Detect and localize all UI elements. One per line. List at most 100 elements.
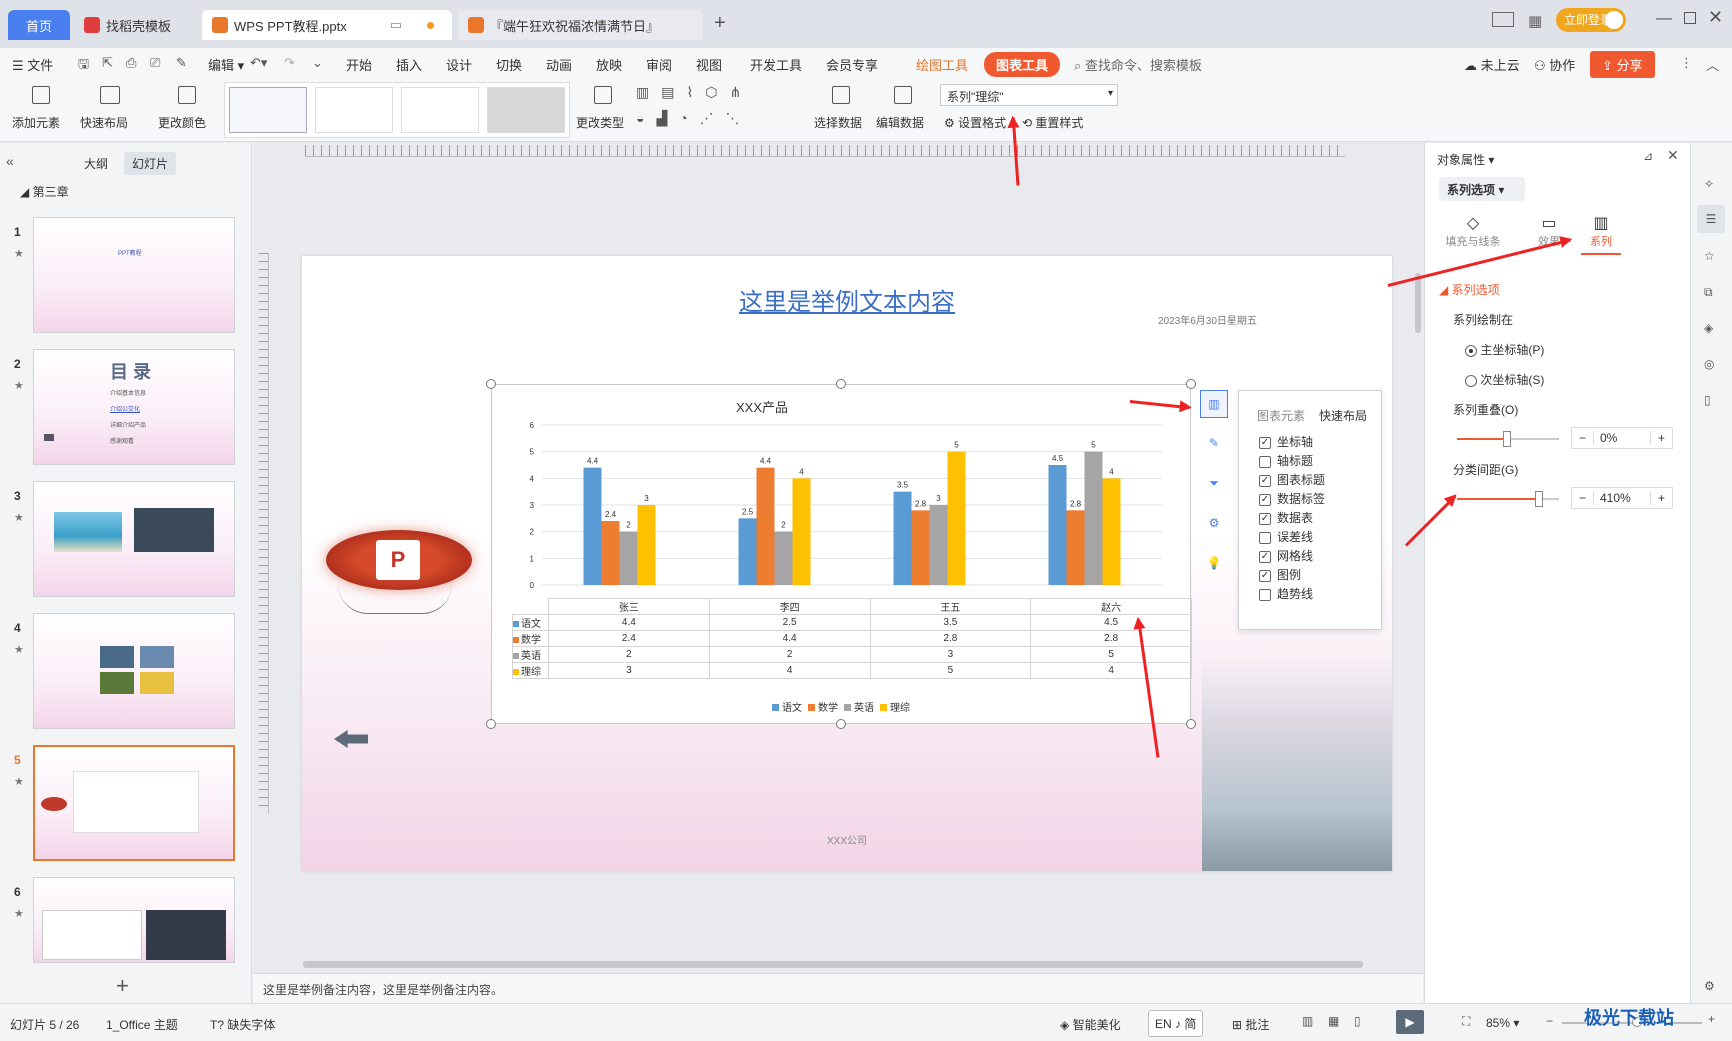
magic-wand-icon[interactable]: ✧ xyxy=(1704,177,1714,191)
menu-start[interactable]: 开始 xyxy=(346,55,372,74)
table-cell[interactable]: 3 xyxy=(869,646,1032,663)
chart-type-icons-row1[interactable]: ▥▤⌇⬡⋔ xyxy=(636,84,796,101)
resize-handle[interactable] xyxy=(836,379,846,389)
reading-view-icon[interactable]: ▯ xyxy=(1354,1014,1361,1028)
y-tick-label[interactable]: 4 xyxy=(530,474,535,483)
tab-chart-elements[interactable]: 图表元素 xyxy=(1257,407,1305,424)
table-category-header[interactable]: 赵六 xyxy=(1030,598,1192,615)
resize-handle[interactable] xyxy=(836,719,846,729)
data-label[interactable]: 2.4 xyxy=(605,510,617,519)
export-icon[interactable]: ⇱ xyxy=(102,55,113,71)
login-button[interactable]: 立即登录 xyxy=(1556,8,1626,32)
print-icon[interactable]: ⎙ xyxy=(126,55,136,71)
command-search[interactable]: ⌕ 查找命令、搜索模板 xyxy=(1074,55,1202,74)
checkbox-icon[interactable]: ✓ xyxy=(1259,569,1271,582)
table-cell[interactable]: 5 xyxy=(869,662,1032,679)
menu-draw-tools[interactable]: 绘图工具 xyxy=(916,55,968,74)
fit-window-icon[interactable]: ⛶ xyxy=(1462,1014,1470,1029)
book-icon[interactable]: ▯ xyxy=(1704,393,1711,407)
chart-settings-icon[interactable]: ⚙ xyxy=(1200,510,1228,538)
chart-bar[interactable] xyxy=(756,467,775,585)
checkbox-icon[interactable]: ✓ xyxy=(1259,493,1271,506)
chart-style-2[interactable] xyxy=(315,87,393,133)
cloud-status[interactable]: ☁ 未上云 xyxy=(1464,55,1520,74)
chart-bar[interactable] xyxy=(601,521,620,585)
table-cell[interactable]: 3.5 xyxy=(869,614,1032,631)
data-label[interactable]: 5 xyxy=(954,441,959,450)
zoom-select[interactable]: 85% ▾ xyxy=(1486,1016,1519,1030)
chart-element-option[interactable]: ✓ 图表标题 xyxy=(1259,471,1325,490)
chart-bar[interactable] xyxy=(893,491,912,585)
y-tick-label[interactable]: 5 xyxy=(530,448,535,457)
legend-entry[interactable]: 英语 xyxy=(844,699,874,714)
table-category-header[interactable]: 张三 xyxy=(548,598,710,615)
chart-element-option[interactable]: 误差线 xyxy=(1259,528,1325,547)
close-window-icon[interactable]: ✕ xyxy=(1708,7,1723,28)
zoom-in-icon[interactable]: + xyxy=(1708,1012,1715,1026)
gap-width-slider[interactable] xyxy=(1457,491,1559,507)
chart-style-1[interactable] xyxy=(229,87,307,133)
chart-data-table[interactable]: 张三 李四 王五 赵六 语文 4.4 2.5 3.5 4.5 数学 2.4 4.4 2.8 2.8 英语 2 2… xyxy=(512,598,1192,679)
zoom-out-icon[interactable]: − xyxy=(1546,1014,1553,1028)
gap-width-stepper[interactable]: −410% + xyxy=(1571,487,1673,509)
maximize-icon[interactable] xyxy=(1684,12,1696,24)
data-label[interactable]: 4 xyxy=(1109,467,1114,476)
chart-bar[interactable] xyxy=(1102,478,1121,585)
change-color-button[interactable]: 更改颜色 xyxy=(158,82,220,140)
beautify-icon[interactable]: ◈ xyxy=(1704,321,1713,335)
chart-element-option[interactable]: ✓ 图例 xyxy=(1259,566,1325,585)
set-format-button[interactable]: ⚙ 设置格式 xyxy=(944,114,1006,131)
chart-bar[interactable] xyxy=(583,467,602,585)
section-series-options[interactable]: ◢ 系列选项 xyxy=(1439,281,1500,298)
preview-icon[interactable]: ⎚ xyxy=(150,55,160,71)
quick-layout-button[interactable]: 快速布局 xyxy=(80,82,142,140)
chart-bar[interactable] xyxy=(619,531,638,585)
checkbox-icon[interactable] xyxy=(1259,531,1271,544)
data-label[interactable]: 4 xyxy=(799,467,804,476)
chart-element-option[interactable]: ✓ 数据标签 xyxy=(1259,490,1325,509)
chart-bar[interactable] xyxy=(637,505,656,585)
legend-entry[interactable]: 理综 xyxy=(880,699,910,714)
notes-area[interactable]: 这里是举例备注内容，这里是举例备注内容。 xyxy=(253,973,1423,1003)
window-layout-icon[interactable] xyxy=(1492,12,1514,27)
checkbox-icon[interactable] xyxy=(1259,455,1271,468)
y-tick-label[interactable]: 1 xyxy=(530,554,535,563)
tab-fill-line[interactable]: ◇ 填充与线条 xyxy=(1441,213,1505,249)
checkbox-icon[interactable]: ✓ xyxy=(1259,436,1271,449)
save-icon[interactable]: 🖫 xyxy=(78,55,89,77)
overlap-stepper[interactable]: −0% + xyxy=(1571,427,1673,449)
sorter-view-icon[interactable]: ▦ xyxy=(1328,1014,1339,1028)
table-category-header[interactable]: 王五 xyxy=(869,598,1032,615)
back-arrow-shape[interactable] xyxy=(334,730,368,748)
data-label[interactable]: 2.5 xyxy=(742,507,754,516)
data-label[interactable]: 2 xyxy=(626,521,631,530)
decrease-icon[interactable]: − xyxy=(1572,491,1594,505)
table-series-header[interactable]: 语文 xyxy=(512,614,549,631)
chart-bar[interactable] xyxy=(929,505,948,585)
chart-style-4[interactable] xyxy=(487,87,565,133)
play-slideshow-icon[interactable]: ▶ xyxy=(1396,1010,1424,1034)
horizontal-scrollbar[interactable] xyxy=(303,961,1363,968)
overlap-slider[interactable] xyxy=(1457,431,1559,447)
menu-chart-tools[interactable]: 图表工具 xyxy=(984,52,1061,77)
input-method-indicator[interactable]: EN ♪ 简 xyxy=(1148,1010,1204,1037)
menu-design[interactable]: 设计 xyxy=(446,55,472,74)
table-cell[interactable]: 2 xyxy=(708,646,871,663)
resize-handle[interactable] xyxy=(1186,719,1196,729)
table-row[interactable]: 理综 3 4 5 4 xyxy=(512,662,1192,679)
table-cell[interactable]: 4.5 xyxy=(1030,614,1192,631)
smart-beautify-button[interactable]: ◈ 智能美化 xyxy=(1060,1016,1121,1033)
chart-bar[interactable] xyxy=(947,451,966,585)
checkbox-icon[interactable]: ✓ xyxy=(1259,512,1271,525)
tab-quick-layout[interactable]: 快速布局 xyxy=(1319,407,1367,424)
legend-entry[interactable]: 数学 xyxy=(808,699,838,714)
slide-thumbnail-5[interactable] xyxy=(33,745,235,861)
y-tick-label[interactable]: 0 xyxy=(530,581,535,590)
minimize-icon[interactable]: — xyxy=(1656,10,1672,28)
more-icon[interactable]: ⋮ xyxy=(1680,55,1693,71)
panel-title[interactable]: 对象属性 ▾ xyxy=(1437,151,1494,168)
table-row[interactable]: 语文 4.4 2.5 3.5 4.5 xyxy=(512,614,1192,631)
select-data-button[interactable]: 选择数据 xyxy=(812,82,872,140)
pin-icon[interactable]: ⊿ xyxy=(1643,149,1653,163)
data-label[interactable]: 3 xyxy=(644,494,649,503)
